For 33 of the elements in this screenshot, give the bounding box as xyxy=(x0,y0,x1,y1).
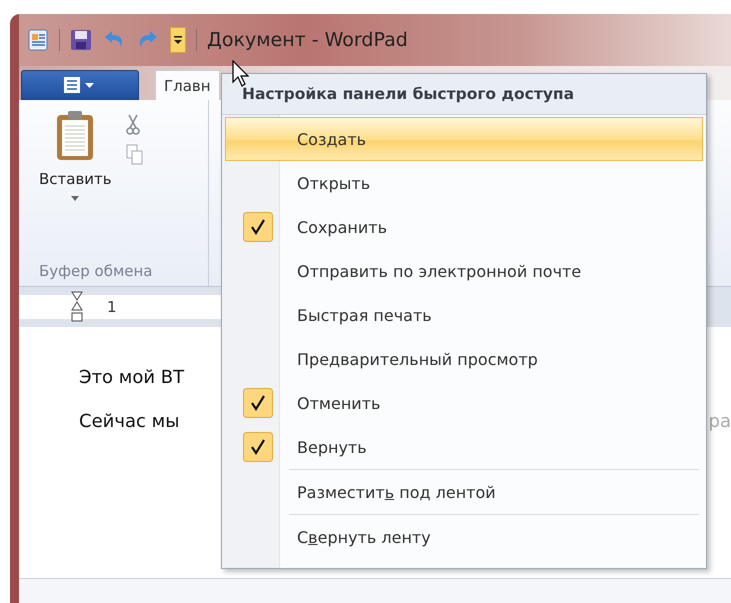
menu-item[interactable]: Открыть xyxy=(225,161,703,205)
document-text: Сейчас мы xyxy=(79,411,180,433)
menu-title: Настройка панели быстрого доступа xyxy=(222,74,706,115)
menu-item[interactable]: Отменить xyxy=(225,381,703,425)
menu-item[interactable]: Предварительный просмотр xyxy=(225,337,703,381)
window-title: Документ - WordPad xyxy=(207,29,408,51)
dropdown-caret-icon xyxy=(173,35,183,45)
scissors-icon[interactable] xyxy=(126,114,140,136)
menu-item[interactable]: Быстрая печать xyxy=(225,293,703,337)
menu-caret-icon xyxy=(63,76,97,94)
document-text: ра xyxy=(708,411,731,433)
customize-button[interactable] xyxy=(170,27,186,53)
menu-item[interactable]: Создать xyxy=(225,117,703,161)
menu-item[interactable]: Сохранить xyxy=(225,205,703,249)
indent-marker-icon[interactable] xyxy=(71,291,83,323)
checkmark-icon xyxy=(242,212,272,242)
group-label: Буфер обмена xyxy=(39,262,154,280)
menu-item[interactable]: Свернуть ленту xyxy=(225,515,703,559)
document-text: Это мой ВТ xyxy=(79,367,184,389)
ribbon-tab[interactable]: Главн xyxy=(155,70,220,100)
menu-item[interactable]: Отправить по электронной почте xyxy=(225,249,703,293)
checkmark-icon xyxy=(242,432,272,462)
save-icon[interactable] xyxy=(70,29,92,51)
ruler-number: 1 xyxy=(107,298,117,316)
caret-icon[interactable] xyxy=(71,196,80,201)
copy-icon[interactable] xyxy=(126,144,144,166)
menu-item[interactable]: Разместить под лентой xyxy=(225,470,703,514)
checkmark-icon xyxy=(242,388,272,418)
document-icon[interactable] xyxy=(27,28,49,52)
clipboard-icon[interactable] xyxy=(55,110,96,162)
paste-button[interactable]: Вставить xyxy=(39,170,112,188)
app-menu-button[interactable] xyxy=(21,70,139,100)
menu-item[interactable]: Вернуть xyxy=(225,425,703,469)
